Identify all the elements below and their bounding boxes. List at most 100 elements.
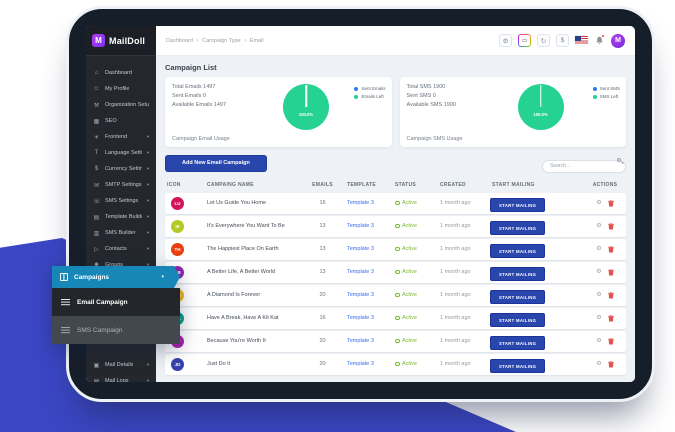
sidebar-item-campaigns[interactable]: Campaigns ▾ xyxy=(52,266,180,288)
usage-stat-line: Total SMS 1900 xyxy=(407,83,620,92)
sidebar-item-dashboard[interactable]: ⌂Dashboard xyxy=(86,65,156,81)
sidebar-item-currency-settings[interactable]: $Currency Settings▾ xyxy=(86,161,156,177)
start-mailing-button[interactable]: START MAILING xyxy=(490,359,545,373)
row-settings-icon[interactable]: ⚙ xyxy=(596,200,601,206)
sidebar-item-seo[interactable]: ▦SEO xyxy=(86,113,156,129)
main-content: Campaign List Total Emails 1497Sent Emai… xyxy=(156,56,635,382)
campaign-avatar: IE xyxy=(171,220,184,233)
start-mailing-button[interactable]: START MAILING xyxy=(490,336,545,350)
start-mailing-button[interactable]: START MAILING xyxy=(490,244,545,258)
currency-icon[interactable]: $ xyxy=(556,34,569,47)
chevron-down-icon: ▾ xyxy=(161,274,172,280)
topbar-icons: ⚙ ↻ $ M xyxy=(499,34,625,48)
template-link[interactable]: Template 3 xyxy=(345,315,393,321)
start-mailing-cell: START MAILING xyxy=(490,263,584,282)
menu-item-email-campaign[interactable]: Email Campaign xyxy=(52,288,180,316)
delete-button[interactable] xyxy=(608,200,614,207)
campaigns-label: Campaigns xyxy=(74,274,109,281)
template-link[interactable]: Template 3 xyxy=(345,269,393,275)
template-link[interactable]: Template 3 xyxy=(345,361,393,367)
sidebar-item-label: SEO xyxy=(105,118,117,124)
template-link[interactable]: Template 3 xyxy=(345,223,393,229)
campaign-avatar: LU xyxy=(171,197,184,210)
sidebar-item-mail-details[interactable]: ▣Mail Details▾ xyxy=(86,357,156,373)
legend-dot xyxy=(593,95,597,99)
sidebar-item-my-profile[interactable]: ☺ My Profile xyxy=(86,81,156,97)
delete-button[interactable] xyxy=(608,315,614,322)
delete-button[interactable] xyxy=(608,269,614,276)
sidebar-item-frontend[interactable]: ☀Frontend▾ xyxy=(86,129,156,145)
start-mailing-cell: START MAILING xyxy=(490,332,584,351)
sidebar-item-mail-logs[interactable]: ▤Mail Logs▾ xyxy=(86,373,156,382)
settings-icon[interactable]: ⚙ xyxy=(499,34,512,47)
sidebar-item-label: My Profile xyxy=(105,86,129,92)
search-icon xyxy=(617,158,621,162)
row-settings-icon[interactable]: ⚙ xyxy=(596,315,601,321)
start-mailing-button[interactable]: START MAILING xyxy=(490,313,545,327)
theme-icon[interactable] xyxy=(518,34,531,47)
delete-button[interactable] xyxy=(608,292,614,299)
status-label: Active xyxy=(402,246,417,252)
start-mailing-cell: START MAILING xyxy=(490,240,584,259)
usage-stat-line: Total Emails 1497 xyxy=(172,83,385,92)
created-at: 1 month ago xyxy=(438,246,490,252)
start-mailing-button[interactable]: START MAILING xyxy=(490,267,545,281)
add-new-email-campaign-button[interactable]: Add New Email Campaign xyxy=(165,155,267,172)
sidebar-item-sms-settings[interactable]: ☏SMS Settings▾ xyxy=(86,193,156,209)
row-settings-icon[interactable]: ⚙ xyxy=(596,361,601,367)
template-link[interactable]: Template 3 xyxy=(345,246,393,252)
sidebar-item-sms-builder[interactable]: ▥SMS Builder▾ xyxy=(86,225,156,241)
row-settings-icon[interactable]: ⚙ xyxy=(596,246,601,252)
row-actions: ⚙ xyxy=(584,292,626,299)
legend-dot xyxy=(593,87,597,91)
sidebar-item-contacts[interactable]: ▷Contacts▾ xyxy=(86,241,156,257)
start-mailing-button[interactable]: START MAILING xyxy=(490,198,545,212)
breadcrumb-item[interactable]: Email xyxy=(250,38,264,44)
campaigns-icon xyxy=(60,273,68,281)
brand-logo[interactable]: M MailDoll xyxy=(86,26,156,56)
template-link[interactable]: Template 3 xyxy=(345,338,393,344)
row-settings-icon[interactable]: ⚙ xyxy=(596,292,601,298)
sidebar-item-smtp-settings[interactable]: ✉SMTP Settings▾ xyxy=(86,177,156,193)
column-header: START MAILING xyxy=(490,182,584,188)
sidebar-item-label: Mail Details xyxy=(105,362,133,368)
status-badge: Active xyxy=(393,338,438,344)
email-pie-chart: 100.0% xyxy=(283,84,329,130)
row-settings-icon[interactable]: ⚙ xyxy=(596,338,601,344)
status-ring-icon xyxy=(395,201,400,206)
breadcrumb-separator: > xyxy=(196,38,199,44)
breadcrumb-item[interactable]: Campaign Type xyxy=(202,38,240,44)
status-ring-icon xyxy=(395,362,400,367)
chevron-down-icon: ▾ xyxy=(147,230,149,236)
refresh-icon[interactable]: ↻ xyxy=(537,34,550,47)
sidebar-item-template-builder[interactable]: ▤Template Builder▾ xyxy=(86,209,156,225)
breadcrumb-item[interactable]: Dashboard xyxy=(166,38,193,44)
sidebar-item-language-settings[interactable]: TLanguage Settings▾ xyxy=(86,145,156,161)
usage-stat-line: Available SMS 1900 xyxy=(407,101,620,110)
maildoll-logo-icon: M xyxy=(92,34,105,47)
status-label: Active xyxy=(402,200,417,206)
sidebar-item-organization-setup[interactable]: ⚒Organization Setup xyxy=(86,97,156,113)
search-input[interactable] xyxy=(542,160,626,173)
breadcrumb: Dashboard>Campaign Type>Email xyxy=(166,38,264,44)
profile-avatar[interactable]: M xyxy=(611,34,625,48)
status-ring-icon xyxy=(395,316,400,321)
us-flag-icon[interactable] xyxy=(575,36,588,45)
delete-button[interactable] xyxy=(608,361,614,368)
legend-label: Emails Left xyxy=(361,94,383,99)
delete-button[interactable] xyxy=(608,338,614,345)
sidebar-item-label: Frontend xyxy=(105,134,127,140)
status-badge: Active xyxy=(393,200,438,206)
delete-button[interactable] xyxy=(608,246,614,253)
menu-item-sms-campaign[interactable]: SMS Campaign xyxy=(52,316,180,344)
row-settings-icon[interactable]: ⚙ xyxy=(596,223,601,229)
user-icon: ☺ xyxy=(93,86,100,92)
notifications-bell-icon[interactable] xyxy=(594,35,605,46)
start-mailing-button[interactable]: START MAILING xyxy=(490,221,545,235)
start-mailing-button[interactable]: START MAILING xyxy=(490,290,545,304)
row-settings-icon[interactable]: ⚙ xyxy=(596,269,601,275)
delete-button[interactable] xyxy=(608,223,614,230)
template-link[interactable]: Template 3 xyxy=(345,200,393,206)
status-label: Active xyxy=(402,338,417,344)
template-link[interactable]: Template 3 xyxy=(345,292,393,298)
